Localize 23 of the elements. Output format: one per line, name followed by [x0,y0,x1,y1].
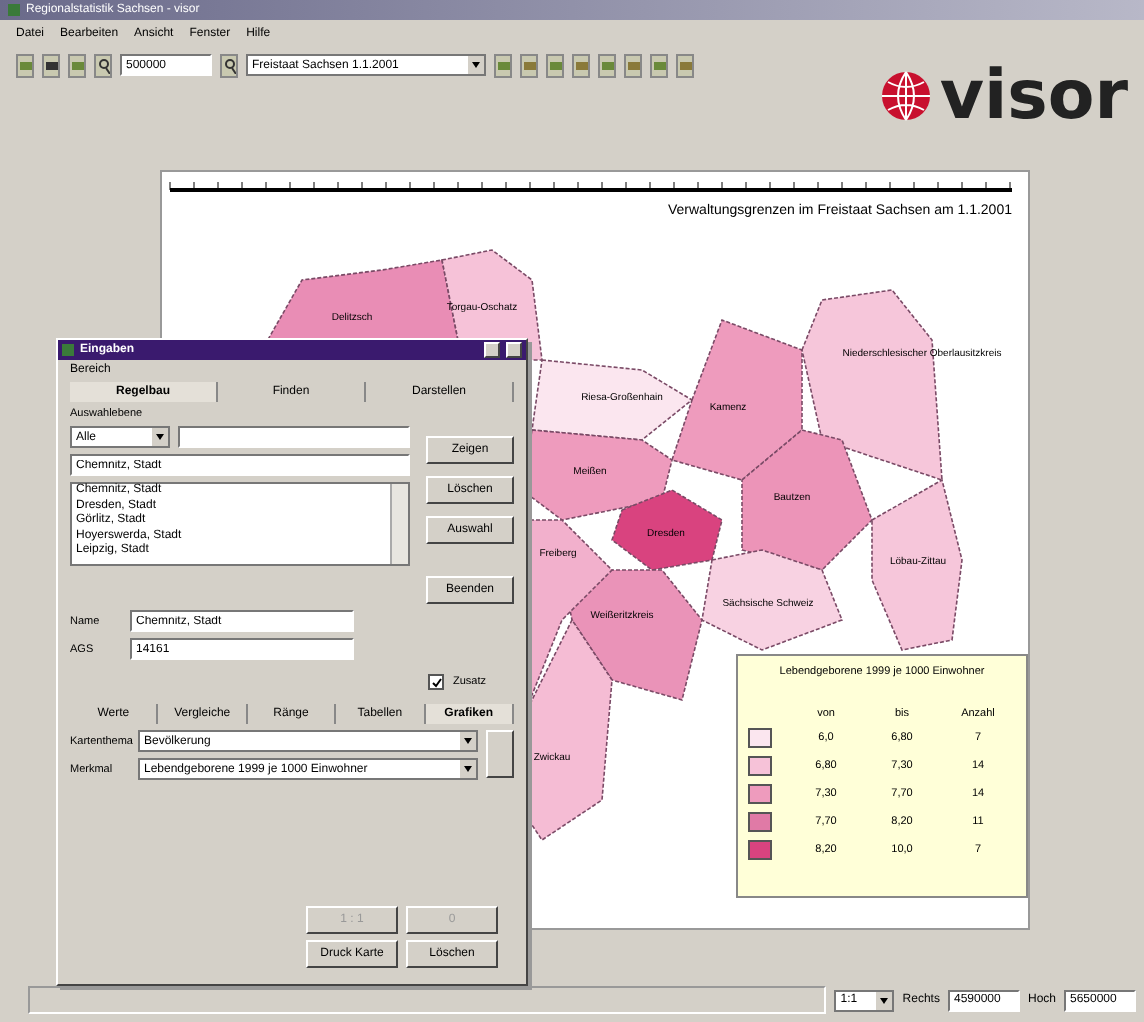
zoom-button[interactable] [220,54,238,78]
dropdown-arrow-icon[interactable] [152,428,168,446]
small-button[interactable] [486,730,514,778]
dropdown-arrow-icon[interactable] [876,991,893,1009]
logo-text: visor [939,62,1128,130]
maximize-button[interactable] [484,342,500,358]
zoom-button[interactable] [94,54,112,78]
magnifier-icon [223,58,235,74]
checkbox[interactable] [428,674,445,690]
app-icon [8,4,20,16]
dropdown-arrow-icon[interactable] [468,56,484,74]
district-area[interactable] [701,549,844,651]
close-button[interactable] [506,342,522,358]
dropdown-arrow-icon[interactable] [460,732,476,750]
scroll-bar[interactable] [390,484,408,564]
toolbar-button[interactable] [42,54,60,78]
district-area[interactable] [531,359,694,441]
app-icon [62,344,74,356]
magnifier-icon [97,58,109,74]
check-icon [431,677,442,687]
globe-logo-icon [879,70,932,122]
dropdown-arrow-icon[interactable] [460,760,476,778]
search-field[interactable] [178,426,410,448]
